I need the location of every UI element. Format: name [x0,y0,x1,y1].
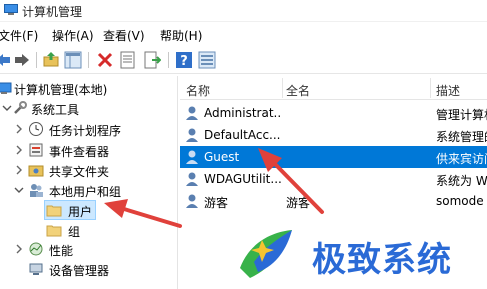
list-row-selected[interactable]: Guest 供来宾访问 [180,146,487,168]
user-icon [186,172,198,186]
user-fullname-cell: 游客 [286,196,311,210]
user-name-cell: WDAGUtilit... [204,172,282,186]
tree-item-label: 组 [68,225,81,239]
console-tree: 计算机管理(本地) 系统工具 任务计划程序 事件查看器 共享文件夹 本地用户和组… [0,76,178,289]
tree-item-local-users-groups[interactable]: 本地用户和组 [0,180,177,200]
column-header-description[interactable]: 描述 [436,82,460,99]
tree-item-label: 设备管理器 [49,264,110,278]
forward-arrow-icon[interactable] [13,51,31,69]
list-row[interactable]: 游客 游客 somode [180,190,487,212]
list-row[interactable]: WDAGUtilit... 系统为 W [180,168,487,190]
menu-bar: 文件(F) 操作(A) 查看(V) 帮助(H) [0,24,487,44]
tools-icon [14,101,27,114]
tree-item-label: 系统工具 [31,103,80,117]
user-icon [186,128,198,142]
title-bar: 计算机管理 [0,0,487,22]
tree-item-system-tools[interactable]: 系统工具 [0,98,177,118]
menu-action[interactable]: 操作(A) [52,27,94,44]
user-icon [186,150,198,164]
tree-item-groups[interactable]: 组 [44,220,96,240]
chevron-right-icon[interactable] [14,243,24,255]
export-list-icon[interactable] [143,51,161,69]
tree-item-label: 共享文件夹 [49,165,110,179]
column-header-fullname[interactable]: 全名 [286,82,310,99]
watermark-text: 极致系统 [312,240,452,280]
user-icon [186,194,198,208]
tree-item-label: 任务计划程序 [49,124,122,138]
view-icon[interactable] [198,51,216,69]
toolbar-separator [88,52,89,68]
tree-item-users[interactable]: 用户 [44,200,96,220]
user-description-cell: 管理计算机 [436,108,487,122]
user-description-cell: somode [436,194,484,208]
properties-icon[interactable] [119,51,137,69]
tree-item-label: 事件查看器 [49,145,110,159]
tree-item-task-scheduler[interactable]: 任务计划程序 [0,119,177,139]
help-icon[interactable]: ? [175,51,193,69]
toolbar-separator [36,52,37,68]
tree-item-label: 计算机管理(本地) [14,83,108,97]
tree-item-label: 用户 [68,205,93,219]
column-header-name[interactable]: 名称 [186,82,210,99]
tree-item-event-viewer[interactable]: 事件查看器 [0,140,177,160]
back-arrow-icon[interactable] [0,51,12,69]
column-divider[interactable] [430,78,431,98]
tree-item-device-manager[interactable]: 设备管理器 [0,259,177,279]
user-name-cell: 游客 [204,196,229,210]
list-header: 名称 全名 描述 [180,76,487,100]
user-description-cell: 系统管理的 [436,130,487,144]
user-icon [186,106,198,120]
window-title: 计算机管理 [22,5,83,19]
folder-icon [46,205,62,217]
users-group-icon [30,184,43,197]
watermark-logo-icon [240,230,292,278]
menu-view[interactable]: 查看(V) [103,27,145,44]
chevron-right-icon[interactable] [14,144,24,156]
chevron-right-icon[interactable] [14,164,24,176]
performance-icon [29,242,43,256]
user-name-cell: Guest [204,150,240,164]
show-hide-tree-icon[interactable] [64,51,82,69]
column-divider[interactable] [282,78,283,98]
list-row[interactable]: Administrat... 管理计算机 [180,102,487,124]
user-description-cell: 系统为 W [436,174,487,188]
computer-management-icon [4,4,18,15]
user-name-cell: DefaultAcc... [204,128,281,142]
device-manager-icon [29,263,43,275]
chevron-right-icon[interactable] [14,123,24,135]
computer-management-icon [0,82,12,94]
svg-text:?: ? [180,54,188,69]
delete-icon[interactable] [96,51,114,69]
list-row[interactable]: DefaultAcc... 系统管理的 [180,124,487,146]
chevron-down-icon[interactable] [2,102,12,114]
user-name-cell: Administrat... [204,106,282,120]
toolbar-separator [168,52,169,68]
toolbar: ? [0,46,487,74]
event-viewer-icon [29,143,43,157]
menu-file[interactable]: 文件(F) [0,27,38,44]
tree-item-performance[interactable]: 性能 [0,239,177,259]
tree-item-label: 本地用户和组 [49,185,122,199]
tree-item-computer-management[interactable]: 计算机管理(本地) [0,78,177,98]
shared-folder-icon [28,165,44,177]
chevron-down-icon[interactable] [14,184,24,196]
tree-item-shared-folders[interactable]: 共享文件夹 [0,160,177,180]
menu-help[interactable]: 帮助(H) [160,27,202,44]
folder-icon [46,225,62,237]
up-folder-icon[interactable] [42,51,60,69]
tree-item-label: 性能 [49,244,74,258]
user-description-cell: 供来宾访问 [436,152,487,166]
clock-icon [29,122,43,136]
